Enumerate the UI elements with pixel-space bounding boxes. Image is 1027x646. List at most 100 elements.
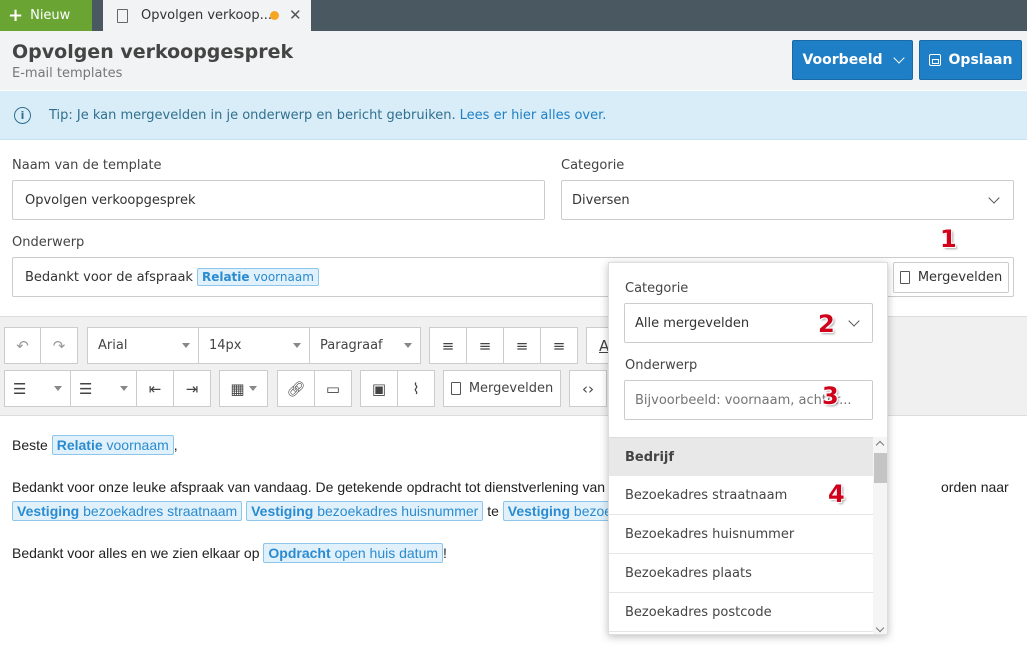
numbered-list-icon: ☰ — [79, 379, 93, 398]
merge-token[interactable]: Vestiging bezoekadres huisnummer — [246, 501, 484, 521]
outdent-button[interactable]: ⇤ — [136, 370, 174, 407]
document-icon — [450, 382, 461, 395]
comment-button[interactable]: ▭ — [314, 370, 352, 407]
align-right-icon: ≡ — [515, 336, 529, 355]
align-center-icon: ≡ — [478, 336, 492, 355]
source-code-button[interactable]: ‹› — [569, 370, 607, 407]
merge-token[interactable]: Opdracht open huis datum — [263, 543, 444, 563]
scroll-up-icon[interactable] — [875, 440, 885, 450]
page-header: Opvolgen verkoopgesprek E-mail templates… — [0, 31, 1027, 90]
editor-merge-button-label: Mergevelden — [468, 381, 554, 396]
annotation-marker: 4 — [828, 480, 845, 508]
popover-category-select[interactable]: Alle mergevelden — [624, 303, 873, 343]
editor-merge-fields-button[interactable]: Mergevelden — [443, 370, 561, 407]
merge-button-label: Mergevelden — [917, 270, 1003, 285]
info-icon: i — [14, 106, 31, 124]
font-select[interactable]: Arial — [87, 327, 199, 364]
tab-template[interactable]: Opvolgen verkoop... ✕ — [103, 0, 311, 31]
body-text: Bedankt voor onze leuke afspraak van van… — [12, 479, 606, 495]
redo-button[interactable]: ↷ — [40, 327, 78, 364]
document-icon — [899, 271, 910, 284]
token-bold: Relatie — [56, 437, 103, 453]
merge-fields-popover: Categorie Alle mergevelden Onderwerp Bed… — [608, 262, 888, 635]
bullet-list-icon: ☰ — [13, 379, 27, 398]
body-text: Bedankt voor alles en we zien elkaar op — [12, 545, 260, 561]
bullet-list-button[interactable]: ☰ — [4, 370, 71, 407]
token-bold: Vestiging — [17, 503, 80, 519]
link-icon: 🔗︎ — [286, 379, 306, 398]
category-label: Categorie — [561, 158, 625, 173]
token-rest: open huis datum — [334, 545, 439, 561]
token-rest: bezoekadres straatnaam — [83, 503, 238, 519]
indent-button[interactable]: ⇥ — [173, 370, 211, 407]
scrollbar[interactable] — [873, 437, 887, 634]
merge-token[interactable]: Vestiging bezoe — [502, 501, 618, 521]
subject-label: Onderwerp — [12, 235, 85, 250]
token-bold: Vestiging — [507, 503, 571, 519]
new-button[interactable]: + Nieuw — [0, 0, 92, 31]
save-button-label: Opslaan — [948, 52, 1013, 68]
numbered-list-button[interactable]: ☰ — [70, 370, 137, 407]
tab-bar: + Nieuw Opvolgen verkoop... ✕ — [0, 0, 1027, 31]
annotation-marker: 3 — [822, 382, 839, 410]
body-text: ! — [443, 545, 447, 561]
template-name-input[interactable]: Opvolgen verkoopgesprek — [12, 180, 545, 220]
unsaved-indicator — [270, 11, 279, 20]
link-button[interactable]: 🔗︎ — [277, 370, 315, 407]
scroll-down-icon[interactable] — [875, 623, 885, 633]
caret-down-icon — [54, 386, 62, 391]
font-size-select[interactable]: 14px — [198, 327, 310, 364]
list-item[interactable]: Bezoekadres huisnummer — [609, 515, 873, 554]
align-left-button[interactable]: ≡ — [429, 327, 467, 364]
list-item[interactable]: Bezoekadres plaats — [609, 554, 873, 593]
token-bold: Vestiging — [251, 503, 314, 519]
chevron-down-icon — [892, 52, 905, 64]
caret-down-icon — [404, 343, 412, 348]
save-icon — [928, 54, 941, 66]
body-text: , — [173, 437, 178, 453]
align-center-button[interactable]: ≡ — [466, 327, 504, 364]
document-icon — [117, 8, 128, 23]
attachment-button[interactable]: ⌇ — [397, 370, 435, 407]
token-bold: Relatie — [201, 270, 250, 284]
align-left-icon: ≡ — [441, 336, 455, 355]
save-button[interactable]: Opslaan — [919, 40, 1022, 80]
popover-subject-label: Onderwerp — [625, 358, 698, 373]
list-item[interactable]: Bezoekadres postcode — [609, 593, 873, 632]
align-right-button[interactable]: ≡ — [503, 327, 541, 364]
image-button[interactable]: ▣ — [360, 370, 398, 407]
merge-field-list: Bedrijf Bezoekadres straatnaam Bezoekadr… — [609, 437, 873, 634]
code-icon: ‹› — [582, 379, 594, 398]
caret-down-icon — [248, 386, 257, 391]
subject-merge-fields-button[interactable]: Mergevelden — [893, 262, 1009, 293]
category-value: Diversen — [572, 192, 630, 208]
body-text: orden naar — [941, 479, 1009, 495]
tip-banner: i Tip: Je kan mergevelden in je onderwer… — [0, 91, 1027, 140]
close-icon[interactable]: ✕ — [289, 6, 302, 24]
token-rest: voornaam — [253, 270, 314, 284]
undo-button[interactable]: ↶ — [4, 327, 41, 364]
table-button[interactable]: ▦ — [219, 370, 268, 407]
annotation-marker: 1 — [940, 225, 957, 253]
merge-token[interactable]: Relatie voornaam — [196, 268, 319, 286]
image-icon: ▣ — [371, 379, 387, 398]
scroll-thumb[interactable] — [874, 453, 887, 483]
merge-token[interactable]: Relatie voornaam — [51, 435, 174, 455]
text-color-button[interactable]: A — [586, 327, 610, 364]
tip-link[interactable]: Lees er hier alles over. — [460, 108, 607, 123]
preview-button[interactable]: Voorbeeld — [792, 40, 913, 80]
category-select[interactable]: Diversen — [561, 180, 1014, 220]
comment-icon: ▭ — [325, 379, 341, 398]
template-name-label: Naam van de template — [12, 158, 162, 173]
indent-icon: ⇥ — [185, 379, 199, 398]
caret-down-icon — [182, 343, 190, 348]
token-bold: Opdracht — [268, 545, 331, 561]
token-rest: bezoekadres huisnummer — [317, 503, 479, 519]
redo-icon: ↷ — [52, 336, 66, 355]
block-format-select[interactable]: Paragraaf — [309, 327, 421, 364]
token-rest: voornaam — [106, 437, 169, 453]
align-justify-button[interactable]: ≡ — [540, 327, 578, 364]
merge-token[interactable]: Vestiging bezoekadres straatnaam — [12, 501, 243, 521]
block-format-value: Paragraaf — [320, 338, 383, 353]
preview-button-label: Voorbeeld — [802, 52, 883, 68]
